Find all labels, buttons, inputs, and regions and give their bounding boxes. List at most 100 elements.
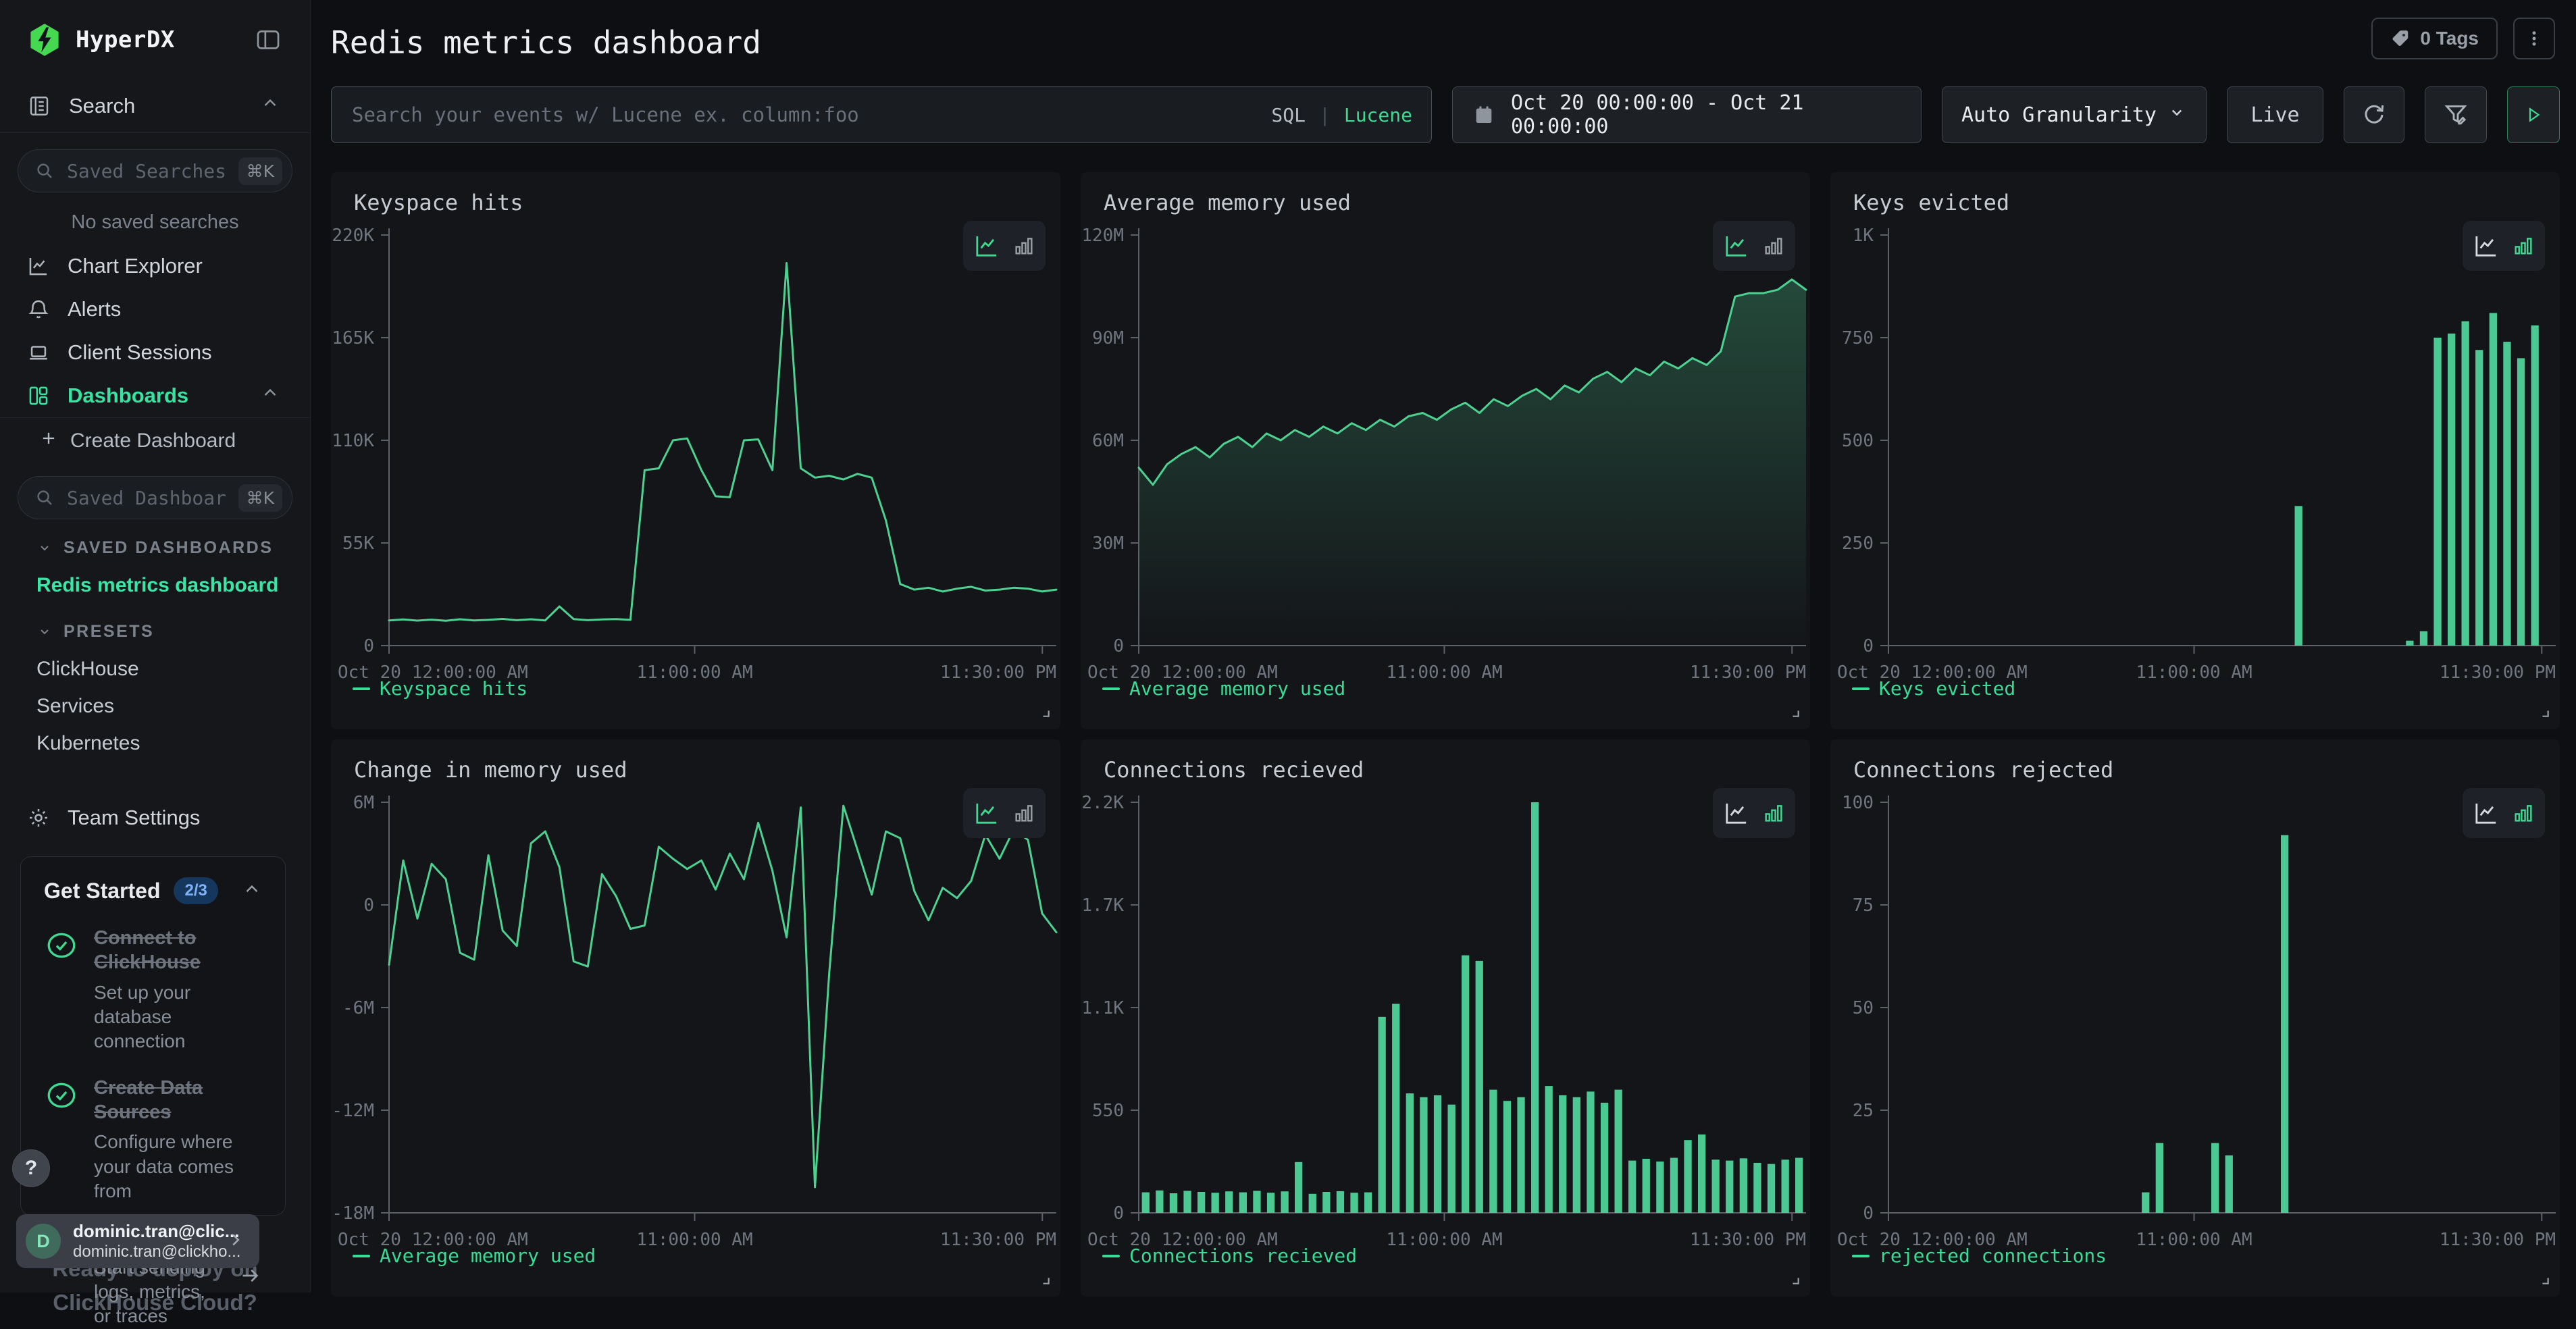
svg-text:0: 0 — [1113, 636, 1124, 656]
saved-searches-input[interactable]: ⌘K — [18, 149, 292, 192]
user-name: dominic.tran@clic... — [73, 1221, 213, 1242]
live-button[interactable]: Live — [2227, 86, 2323, 143]
chart-plot[interactable]: 1K7505002500Oct 20 12:00:00 AM11:00:00 A… — [1830, 172, 2560, 729]
svg-text:220K: 220K — [332, 226, 374, 246]
tags-button[interactable]: 0 Tags — [2371, 18, 2498, 59]
sidebar-item-label: Search — [69, 94, 135, 118]
sidebar-item-redis-dashboard[interactable]: Redis metrics dashboard — [0, 567, 310, 604]
sidebar-item-chart-explorer[interactable]: Chart Explorer — [0, 244, 310, 288]
svg-text:30M: 30M — [1092, 533, 1124, 554]
step-desc: Set up your database connection — [94, 981, 262, 1054]
chart-plot[interactable]: 120M90M60M30M0Oct 20 12:00:00 AM11:00:00… — [1081, 172, 1810, 729]
svg-text:60M: 60M — [1092, 431, 1124, 451]
svg-text:-6M: -6M — [342, 998, 374, 1018]
line-chart-icon[interactable] — [2473, 232, 2500, 259]
line-chart-icon[interactable] — [2473, 800, 2500, 827]
app-name: HyperDX — [76, 26, 175, 53]
bar-chart-icon[interactable] — [1762, 802, 1785, 825]
svg-text:120M: 120M — [1081, 226, 1124, 246]
legend-dash-icon — [1852, 1255, 1870, 1257]
run-query-button[interactable] — [2507, 86, 2560, 143]
saved-dashboards-field[interactable] — [66, 486, 228, 510]
saved-dashboards-section[interactable]: SAVED DASHBOARDS — [0, 529, 310, 567]
chart-legend[interactable]: Keys evicted — [1852, 677, 2015, 700]
chevron-up-icon[interactable] — [242, 879, 262, 903]
user-profile-button[interactable]: D dominic.tran@clic... dominic.tran@clic… — [16, 1214, 259, 1268]
legend-dash-icon — [353, 1255, 370, 1257]
chart-type-toggle — [1713, 221, 1795, 271]
calendar-icon — [1473, 104, 1495, 126]
resize-handle[interactable] — [1788, 706, 1803, 721]
sidebar-item-client-sessions[interactable]: Client Sessions — [0, 331, 310, 374]
event-search-field[interactable] — [351, 103, 1258, 127]
dashboard-menu-button[interactable] — [2513, 18, 2555, 59]
svg-text:11:00:00 AM: 11:00:00 AM — [636, 1230, 752, 1250]
chart-legend[interactable]: Keyspace hits — [353, 677, 527, 700]
chart-title: Connections rejected — [1853, 757, 2113, 783]
create-dashboard-label: Create Dashboard — [70, 429, 236, 452]
svg-text:55K: 55K — [342, 533, 374, 554]
event-search-input[interactable]: SQL | Lucene — [331, 86, 1432, 143]
chart-legend[interactable]: Average memory used — [1102, 677, 1345, 700]
line-chart-icon[interactable] — [973, 232, 1000, 259]
bar-chart-icon[interactable] — [2512, 234, 2535, 257]
filter-button[interactable] — [2425, 86, 2487, 143]
line-chart-icon[interactable] — [1723, 232, 1750, 259]
divider: | — [1319, 104, 1331, 126]
lucene-toggle[interactable]: Lucene — [1344, 104, 1412, 126]
saved-dashboards-input[interactable]: ⌘K — [18, 476, 292, 519]
query-language-toggle: SQL | Lucene — [1271, 104, 1412, 126]
check-circle-icon — [44, 926, 79, 1054]
svg-text:110K: 110K — [332, 431, 374, 451]
time-range-picker[interactable]: Oct 20 00:00:00 - Oct 21 00:00:00 — [1452, 86, 1922, 143]
sql-toggle[interactable]: SQL — [1271, 104, 1306, 126]
sidebar-item-dashboards[interactable]: Dashboards — [0, 374, 310, 417]
resize-handle[interactable] — [2538, 1274, 2553, 1288]
sidebar-item-kubernetes[interactable]: Kubernetes — [0, 725, 310, 762]
presets-section[interactable]: PRESETS — [0, 613, 310, 650]
resize-handle[interactable] — [1039, 706, 1054, 721]
line-chart-icon — [27, 255, 50, 278]
sidebar-item-search[interactable]: Search — [0, 80, 310, 132]
granularity-select[interactable]: Auto Granularity — [1942, 86, 2207, 143]
chevron-right-icon — [226, 1230, 246, 1253]
refresh-button[interactable] — [2344, 86, 2404, 143]
chevron-up-icon — [260, 93, 280, 119]
get-started-step-1[interactable]: Connect to ClickHouse Set up your databa… — [44, 926, 262, 1054]
bar-chart-icon[interactable] — [2512, 802, 2535, 825]
get-started-step-2[interactable]: Create Data Sources Configure where your… — [44, 1076, 262, 1204]
chart-plot[interactable]: 220K165K110K55K0Oct 20 12:00:00 AM11:00:… — [331, 172, 1060, 729]
line-chart-icon[interactable] — [973, 800, 1000, 827]
svg-text:-18M: -18M — [332, 1203, 374, 1224]
shortcut-badge: ⌘K — [238, 484, 282, 512]
svg-text:11:00:00 AM: 11:00:00 AM — [1386, 662, 1502, 683]
svg-text:165K: 165K — [332, 328, 374, 348]
sidebar-item-services[interactable]: Services — [0, 687, 310, 725]
sidebar-item-alerts[interactable]: Alerts — [0, 288, 310, 331]
sidebar-item-clickhouse[interactable]: ClickHouse — [0, 650, 310, 687]
section-label-text: SAVED DASHBOARDS — [63, 538, 273, 558]
resize-handle[interactable] — [1039, 1274, 1054, 1288]
chart-plot[interactable]: 6M0-6M-12M-18MOct 20 12:00:00 AM11:00:00… — [331, 739, 1060, 1297]
create-dashboard-button[interactable]: Create Dashboard — [0, 418, 310, 464]
sidebar-item-team-settings[interactable]: Team Settings — [0, 791, 310, 844]
bar-chart-icon[interactable] — [1012, 234, 1035, 257]
resize-handle[interactable] — [1788, 1274, 1803, 1288]
line-chart-icon[interactable] — [1723, 800, 1750, 827]
resize-handle[interactable] — [2538, 706, 2553, 721]
svg-text:0: 0 — [1863, 636, 1874, 656]
saved-searches-field[interactable] — [66, 159, 228, 183]
bar-chart-icon[interactable] — [1012, 802, 1035, 825]
chart-legend[interactable]: rejected connections — [1852, 1245, 2107, 1267]
legend-dash-icon — [1102, 1255, 1120, 1257]
chart-plot[interactable]: 1007550250Oct 20 12:00:00 AM11:00:00 AM1… — [1830, 739, 2560, 1297]
chart-plot[interactable]: 2.2K1.7K1.1K5500Oct 20 12:00:00 AM11:00:… — [1081, 739, 1810, 1297]
svg-text:550: 550 — [1092, 1101, 1124, 1121]
chart-legend[interactable]: Average memory used — [353, 1245, 596, 1267]
svg-text:750: 750 — [1842, 328, 1874, 348]
tags-label: 0 Tags — [2420, 28, 2479, 49]
sidebar-collapse-icon[interactable] — [255, 26, 282, 53]
chart-legend[interactable]: Connections recieved — [1102, 1245, 1357, 1267]
bar-chart-icon[interactable] — [1762, 234, 1785, 257]
help-button[interactable]: ? — [12, 1149, 50, 1187]
